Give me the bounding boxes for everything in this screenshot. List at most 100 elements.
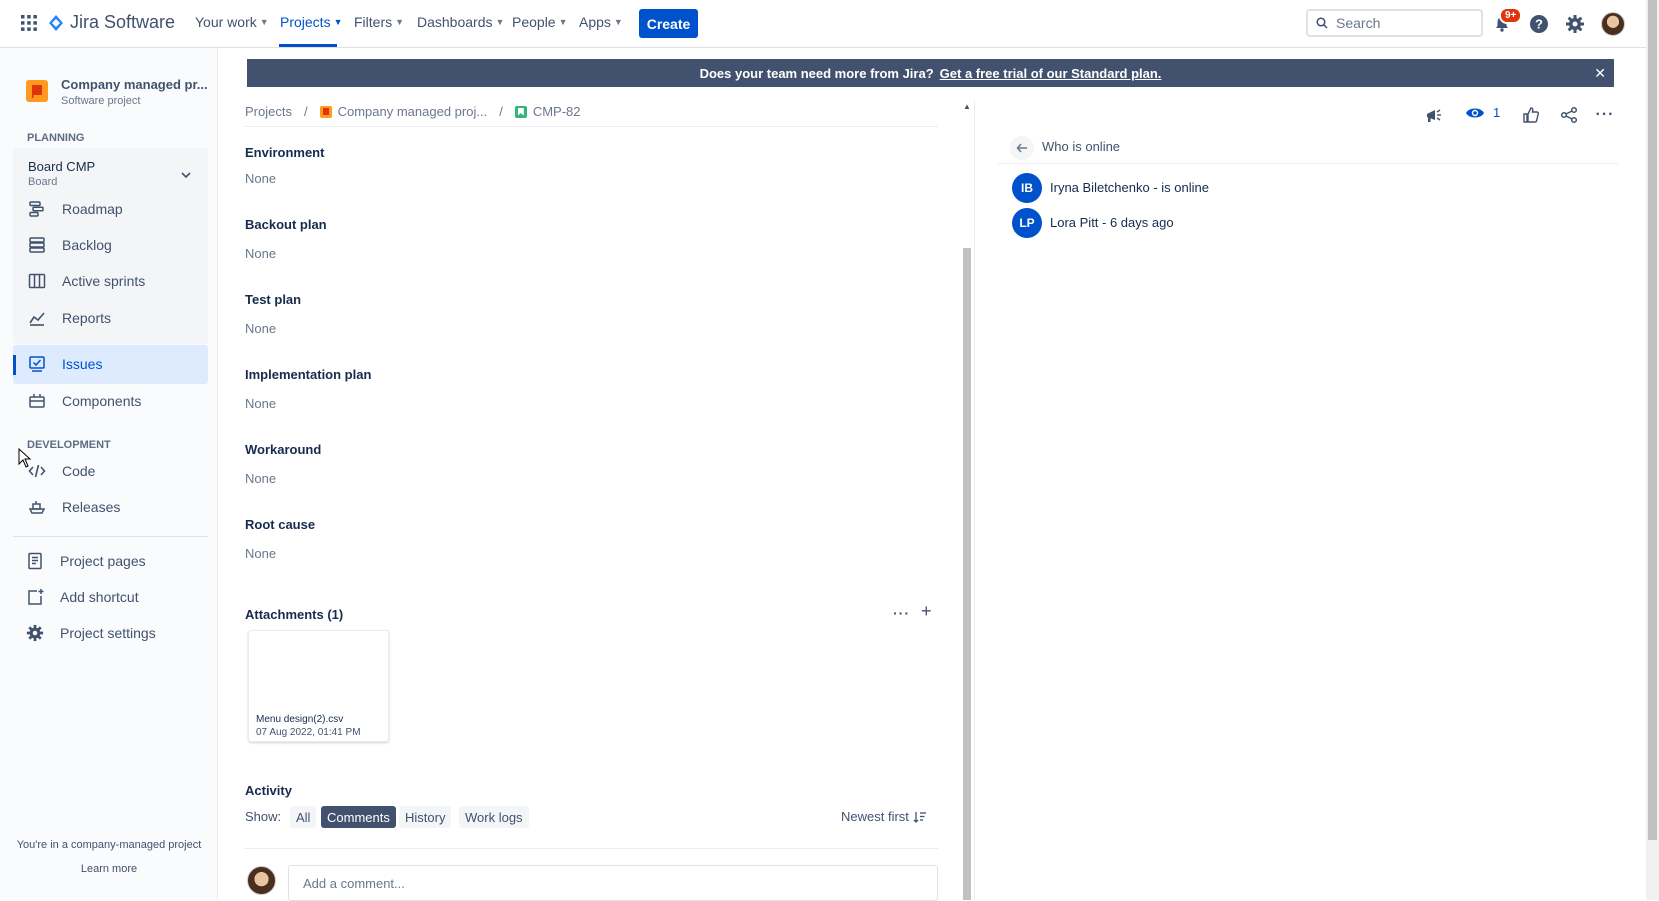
nav-filters[interactable]: Filters ▼ — [354, 14, 404, 30]
more-actions-icon[interactable]: ··· — [893, 605, 910, 621]
columns-icon — [28, 273, 46, 289]
nav-projects[interactable]: Projects ▼ — [280, 14, 343, 30]
page-icon — [28, 552, 42, 570]
sidebar-item-releases[interactable]: Releases — [26, 489, 206, 525]
settings-gear-icon[interactable] — [1563, 12, 1587, 36]
sidebar-item-active-sprints[interactable]: Active sprints — [26, 263, 206, 299]
attachment-card[interactable]: Menu design(2).csv 07 Aug 2022, 01:41 PM — [248, 630, 389, 742]
active-item-indicator — [13, 355, 16, 375]
project-name[interactable]: Company managed pr... — [61, 77, 208, 92]
breadcrumb-issue-key[interactable]: CMP-82 — [533, 104, 581, 119]
development-heading: DEVELOPMENT — [27, 439, 111, 451]
sidebar-item-label: Project pages — [60, 553, 146, 569]
components-icon — [29, 394, 45, 408]
filter-all-button[interactable]: All — [290, 806, 317, 828]
filter-work-logs-button[interactable]: Work logs — [459, 806, 529, 828]
content-scrollbar-thumb[interactable] — [963, 248, 971, 900]
sidebar-item-components[interactable]: Components — [26, 383, 206, 419]
upgrade-banner: Does your team need more from Jira? Get … — [247, 59, 1614, 87]
search-placeholder: Search — [1336, 15, 1381, 31]
watch-count: 1 — [1493, 105, 1501, 120]
add-attachment-icon[interactable]: + — [921, 601, 932, 622]
who-is-online-title: Who is online — [1042, 139, 1121, 154]
breadcrumb: Projects / Company managed proj... / CMP… — [245, 104, 581, 119]
jira-diamond-icon — [49, 14, 63, 31]
nav-dashboards[interactable]: Dashboards ▼ — [417, 14, 504, 30]
field-root-cause-value[interactable]: None — [245, 546, 276, 561]
scroll-up-arrow-icon[interactable]: ▲ — [963, 102, 971, 111]
add-comment-input[interactable]: Add a comment... — [288, 865, 938, 901]
learn-more-link[interactable]: Learn more — [0, 863, 218, 875]
sort-icon — [913, 811, 926, 823]
commenter-avatar — [247, 866, 276, 895]
avatar[interactable]: LP — [1012, 208, 1042, 238]
sidebar-item-roadmap[interactable]: Roadmap — [26, 191, 206, 227]
issues-icon — [29, 356, 45, 372]
sidebar-footer-text: You're in a company-managed project — [16, 839, 202, 851]
board-sub: Board — [28, 176, 58, 188]
create-button[interactable]: Create — [639, 9, 698, 38]
sidebar-item-code[interactable]: Code — [26, 453, 206, 489]
sidebar-item-label: Add shortcut — [60, 589, 139, 605]
field-workaround-value[interactable]: None — [245, 471, 276, 486]
nav-label: Projects — [280, 14, 331, 30]
nav-label: People — [512, 14, 556, 30]
feedback-megaphone-icon[interactable] — [1422, 103, 1446, 127]
field-implementation-plan-value[interactable]: None — [245, 396, 276, 411]
thumbs-up-icon[interactable] — [1519, 103, 1543, 127]
chevron-down-icon: ▼ — [558, 17, 568, 27]
filter-comments-button[interactable]: Comments — [321, 806, 396, 828]
search-input[interactable]: Search — [1306, 9, 1483, 37]
page-scrollbar-thumb[interactable] — [1648, 0, 1657, 840]
online-user-text: Iryna Biletchenko - is online — [1050, 180, 1209, 195]
close-icon[interactable]: ✕ — [1594, 65, 1606, 82]
watch-button[interactable]: 1 — [1465, 105, 1500, 120]
banner-trial-link[interactable]: Get a free trial of our Standard plan. — [940, 66, 1162, 81]
activity-heading: Activity — [245, 783, 292, 798]
sidebar-item-label: Issues — [62, 356, 103, 372]
sidebar-item-issues[interactable]: Issues — [26, 346, 206, 382]
top-navigation: Jira Software Your work ▼ Projects ▼ Filte… — [0, 0, 1646, 48]
activity-show-label: Show: — [245, 809, 282, 824]
sort-label: Newest first — [841, 809, 909, 824]
online-user-text: Lora Pitt - 6 days ago — [1050, 215, 1174, 230]
jira-logo[interactable]: Jira Software — [48, 12, 175, 33]
breadcrumb-project[interactable]: Company managed proj... — [338, 104, 488, 119]
help-icon[interactable]: ? — [1527, 12, 1551, 36]
field-environment-label: Environment — [245, 145, 325, 160]
field-environment-value[interactable]: None — [245, 171, 276, 186]
field-backout-plan-label: Backout plan — [245, 217, 327, 232]
sidebar-item-project-settings[interactable]: Project settings — [24, 615, 204, 651]
nav-people[interactable]: People ▼ — [512, 14, 568, 30]
field-test-plan-value[interactable]: None — [245, 321, 276, 336]
back-arrow-icon[interactable] — [1010, 136, 1034, 160]
breadcrumb-divider — [245, 126, 938, 127]
sidebar-item-backlog[interactable]: Backlog — [26, 227, 206, 263]
share-icon[interactable] — [1557, 103, 1581, 127]
sidebar-item-project-pages[interactable]: Project pages — [24, 543, 204, 579]
filter-history-button[interactable]: History — [399, 806, 452, 828]
field-backout-plan-value[interactable]: None — [245, 246, 276, 261]
avatar[interactable]: IB — [1012, 173, 1042, 203]
sidebar-item-reports[interactable]: Reports — [26, 300, 206, 336]
add-shortcut-icon — [28, 589, 44, 605]
sidebar-item-label: Roadmap — [62, 201, 123, 217]
nav-apps[interactable]: Apps ▼ — [579, 14, 623, 30]
sort-order-button[interactable]: Newest first — [841, 809, 927, 824]
breadcrumb-projects[interactable]: Projects — [245, 104, 292, 119]
app-switcher-icon[interactable] — [20, 14, 38, 32]
nav-your-work[interactable]: Your work ▼ — [195, 14, 269, 30]
mouse-cursor-icon — [18, 448, 32, 468]
more-actions-icon[interactable]: ··· — [1593, 103, 1617, 127]
nav-label: Apps — [579, 14, 611, 30]
board-name: Board CMP — [28, 159, 96, 174]
chevron-down-icon: ▼ — [333, 17, 343, 27]
sidebar-item-label: Project settings — [60, 625, 156, 641]
chevron-down-icon[interactable] — [181, 166, 191, 182]
sidebar-item-label: Backlog — [62, 237, 112, 253]
banner-text: Does your team need more from Jira? — [699, 65, 934, 81]
sidebar-item-add-shortcut[interactable]: Add shortcut — [24, 579, 204, 615]
field-implementation-plan-label: Implementation plan — [245, 367, 372, 382]
project-avatar[interactable] — [26, 80, 48, 102]
user-avatar[interactable] — [1601, 12, 1625, 36]
